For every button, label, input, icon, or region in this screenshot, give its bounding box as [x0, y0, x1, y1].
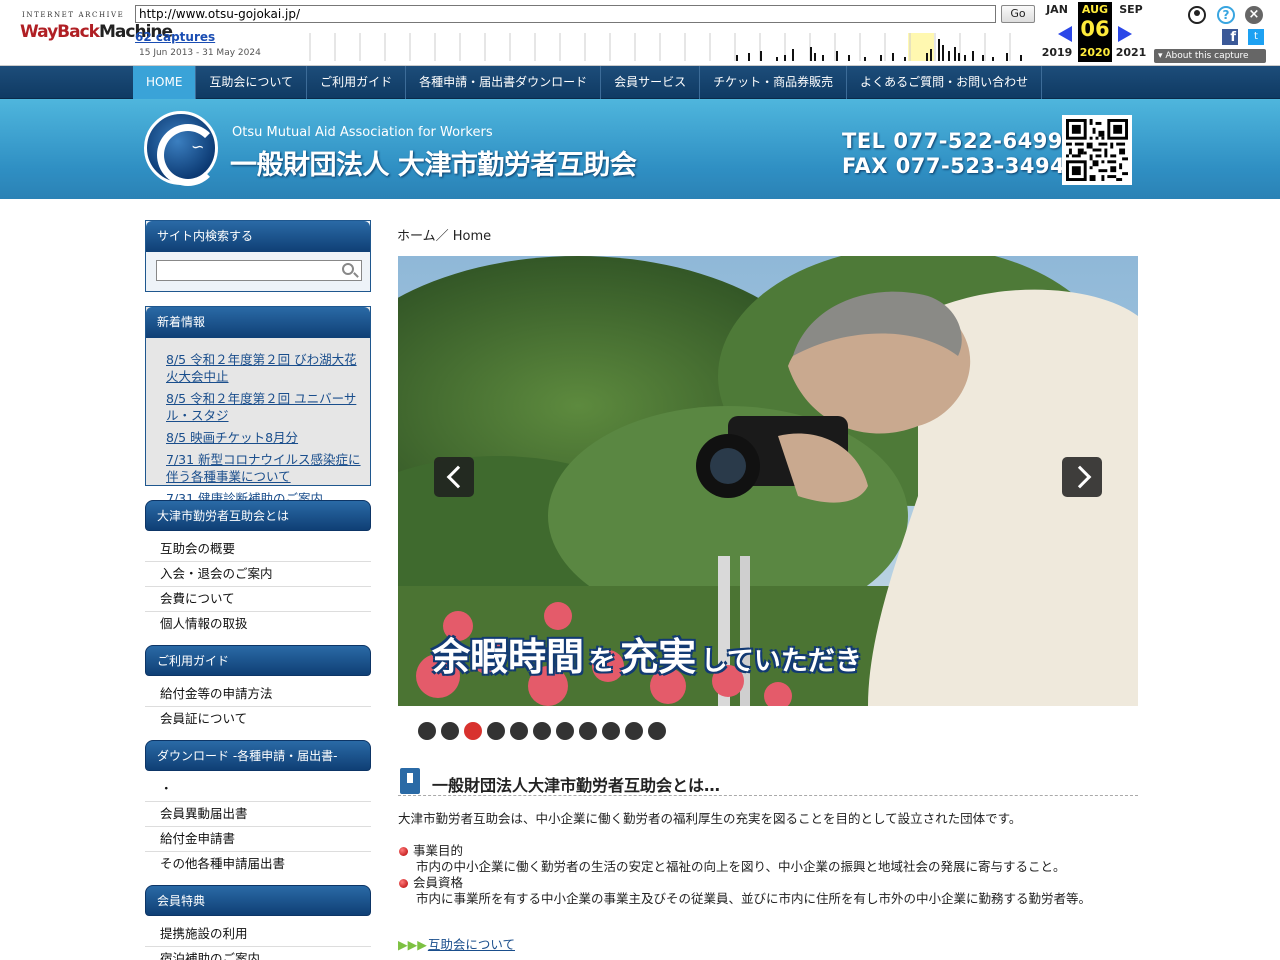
wayback-captures-link[interactable]: 62 captures	[135, 30, 215, 44]
wayback-toolbar: INTERNET ARCHIVE WayBackMachine http://w…	[0, 0, 1280, 66]
search-input[interactable]	[156, 260, 362, 281]
user-icon[interactable]	[1188, 6, 1206, 24]
sidebar-menu-item[interactable]: 個人情報の取扱	[145, 612, 371, 637]
nav-item[interactable]: 各種申請・届出書ダウンロード	[406, 66, 602, 99]
slider-dot[interactable]	[487, 722, 505, 740]
sidebar-menu-item[interactable]: 互助会の概要	[145, 537, 371, 562]
wayback-capture-range: 15 Jun 2013 - 31 May 2024	[139, 48, 261, 58]
nav-item[interactable]: ご利用ガイド	[307, 66, 407, 99]
about-bullet-purpose: 事業目的 市内の中小企業に働く勤労者の生活の安定と福祉の向上を図り、中小企業の振…	[398, 843, 1138, 875]
slider-dot[interactable]	[441, 722, 459, 740]
nav-item[interactable]: チケット・商品券販売	[700, 66, 848, 99]
sidebar-menu-item[interactable]: 会員証について	[145, 707, 371, 732]
news-box: 新着情報 8/5 令和２年度第２回 びわ湖大花火大会中止 8/5 令和２年度第２回…	[145, 306, 371, 506]
wayback-about-capture-button[interactable]: ▾ About this capture	[1154, 49, 1266, 63]
sidebar-menu: ご利用ガイド給付金等の申請方法 会員証について	[145, 645, 371, 732]
sidebar-menu-items: ・会員異動届出書 給付金申請書 その他各種申請届出書	[145, 777, 371, 877]
news-link[interactable]: 8/5 令和２年度第２回 ユニバーサル・スタジ	[166, 390, 366, 424]
sidebar-menu-items: 給付金等の申請方法 会員証について	[145, 682, 371, 732]
slider-dot[interactable]	[648, 722, 666, 740]
slider-dot[interactable]	[464, 722, 482, 740]
sidebar-menu-item[interactable]: 給付金申請書	[145, 827, 371, 852]
slider-dot[interactable]	[625, 722, 643, 740]
about-bullet-body: 市内に事業所を有する中小企業の事業主及びその従業員、並びに市内に住所を有し市外の…	[416, 891, 1092, 906]
sidebar-menu-item[interactable]: 入会・退会のご案内	[145, 562, 371, 587]
sidebar-menu-item[interactable]: 会費について	[145, 587, 371, 612]
slider-pagination	[418, 722, 671, 740]
about-bullet-membership: 会員資格 市内に事業所を有する中小企業の事業主及びその従業員、並びに市内に住所を…	[398, 875, 1138, 907]
slider-prev-button[interactable]	[434, 457, 474, 497]
sidebar-menu-title[interactable]: 大津市勤労者互助会とは	[145, 500, 371, 531]
org-name-jp[interactable]: 一般財団法人 大津市勤労者互助会	[230, 143, 637, 182]
slider-dot[interactable]	[418, 722, 436, 740]
wayback-calendar-nav: JAN 2019 AUG 06 2020 SEP 2021	[1038, 2, 1150, 62]
news-link[interactable]: 8/5 映画チケット8月分	[166, 429, 366, 446]
help-icon[interactable]: ?	[1217, 6, 1235, 24]
slider-dot[interactable]	[533, 722, 551, 740]
sidebar-menu-items: 互助会の概要 入会・退会のご案内 会費について 個人情報の取扱	[145, 537, 371, 637]
wayback-next-arrow-icon[interactable]	[1118, 26, 1132, 42]
fax-number: FAX 077-523-3494	[842, 154, 1066, 178]
nav-item[interactable]: HOME	[133, 66, 197, 99]
about-more-link[interactable]: ▶▶▶互助会について	[398, 934, 515, 953]
sidebar-menu-item[interactable]: 給付金等の申請方法	[145, 682, 371, 707]
about-title-text: 一般財団法人大津市勤労者互助会とは…	[432, 776, 721, 795]
hero-slider: 余暇時間 を 充実 していただき	[398, 256, 1138, 706]
sidebar-menu-item[interactable]: 宿泊補助のご案内	[145, 947, 371, 960]
close-icon[interactable]: ×	[1245, 6, 1263, 24]
slide-caption: 余暇時間 を 充実 していただき	[432, 635, 862, 679]
about-bullet-head: 事業目的	[398, 843, 1138, 859]
sidebar-menu-item[interactable]: 会員異動届出書	[145, 802, 371, 827]
org-name-en: Otsu Mutual Aid Association for Workers	[232, 125, 493, 140]
about-bullet-body: 市内の中小企業に働く勤労者の生活の安定と福祉の向上を図り、中小企業の振興と地域社…	[416, 859, 1066, 874]
site-header-banner: Otsu Mutual Aid Association for Workers …	[0, 99, 1280, 199]
sidebar-menu-title[interactable]: 会員特典	[145, 885, 371, 916]
facebook-icon[interactable]: f	[1222, 29, 1238, 45]
sidebar-menu-title[interactable]: ダウンロード -各種申請・届出書-	[145, 740, 371, 771]
search-icon[interactable]	[342, 263, 354, 275]
sidebar-menu-item[interactable]: ・	[145, 777, 371, 802]
slider-dot[interactable]	[510, 722, 528, 740]
breadcrumb: ホーム／ Home	[397, 229, 492, 244]
qr-code-icon	[1062, 115, 1132, 185]
nav-item[interactable]: 会員サービス	[601, 66, 701, 99]
org-logo-icon[interactable]	[144, 111, 219, 186]
nav-item[interactable]: 互助会について	[196, 66, 308, 99]
sidebar-menu-item[interactable]: 提携施設の利用	[145, 922, 371, 947]
wayback-url-input[interactable]: http://www.otsu-gojokai.jp/	[135, 5, 996, 23]
wayback-icon-group: ? ×	[1186, 5, 1270, 29]
slider-dot[interactable]	[602, 722, 620, 740]
triple-arrow-icon: ▶▶▶	[398, 937, 427, 952]
about-intro: 大津市勤労者互助会は、中小企業に働く勤労者の福利厚生の充実を図ることを目的として…	[398, 811, 1022, 826]
slider-next-button[interactable]	[1062, 457, 1102, 497]
sidebar-menu-title[interactable]: ご利用ガイド	[145, 645, 371, 676]
wayback-go-button[interactable]: Go	[1001, 5, 1035, 23]
wayback-current-capture: AUG 06 2020	[1078, 2, 1112, 62]
site-search-title: サイト内検索する	[146, 221, 370, 252]
news-title: 新着情報	[146, 307, 370, 338]
global-nav: HOME 互助会について ご利用ガイド 各種申請・届出書ダウンロード 会員サービス チケッ…	[0, 66, 1280, 99]
wayback-logo-top: INTERNET ARCHIVE	[22, 11, 125, 19]
twitter-icon[interactable]: t	[1248, 29, 1264, 45]
sidebar-menu-items: 提携施設の利用 宿泊補助のご案内	[145, 922, 371, 960]
news-link[interactable]: 8/5 令和２年度第２回 びわ湖大花火大会中止	[166, 351, 366, 385]
news-link[interactable]: 7/31 新型コロナウイルス感染症に伴う各種事業について	[166, 451, 366, 485]
nav-item[interactable]: よくあるご質問・お問い合わせ	[847, 66, 1043, 99]
about-section-heading: 一般財団法人大津市勤労者互助会とは…	[398, 766, 1138, 796]
wayback-logo[interactable]: INTERNET ARCHIVE WayBackMachine	[14, 8, 173, 52]
news-list: 8/5 令和２年度第２回 びわ湖大花火大会中止 8/5 令和２年度第２回 ユニバー…	[166, 351, 366, 512]
wayback-prev-arrow-icon[interactable]	[1058, 26, 1072, 42]
sidebar-menu: ダウンロード -各種申請・届出書- ・会員異動届出書 給付金申請書 その他各種申請届出…	[145, 740, 371, 877]
global-nav-list: HOME 互助会について ご利用ガイド 各種申請・届出書ダウンロード 会員サービス チケッ…	[133, 66, 1043, 99]
sidebar-menu-item[interactable]: その他各種申請届出書	[145, 852, 371, 877]
sidebar-menu: 大津市勤労者互助会とは互助会の概要 入会・退会のご案内 会費について 個人情報の取扱	[145, 500, 371, 637]
slider-dot[interactable]	[556, 722, 574, 740]
tel-number: TEL 077-522-6499	[842, 129, 1063, 153]
about-bullet-head: 会員資格	[398, 875, 1138, 891]
slider-dot[interactable]	[579, 722, 597, 740]
wayback-capture-sparkline[interactable]	[308, 33, 1036, 61]
sidebar-menu: 会員特典提携施設の利用 宿泊補助のご案内	[145, 885, 371, 960]
site-search-box: サイト内検索する	[145, 220, 371, 292]
bookmark-icon	[400, 768, 420, 794]
